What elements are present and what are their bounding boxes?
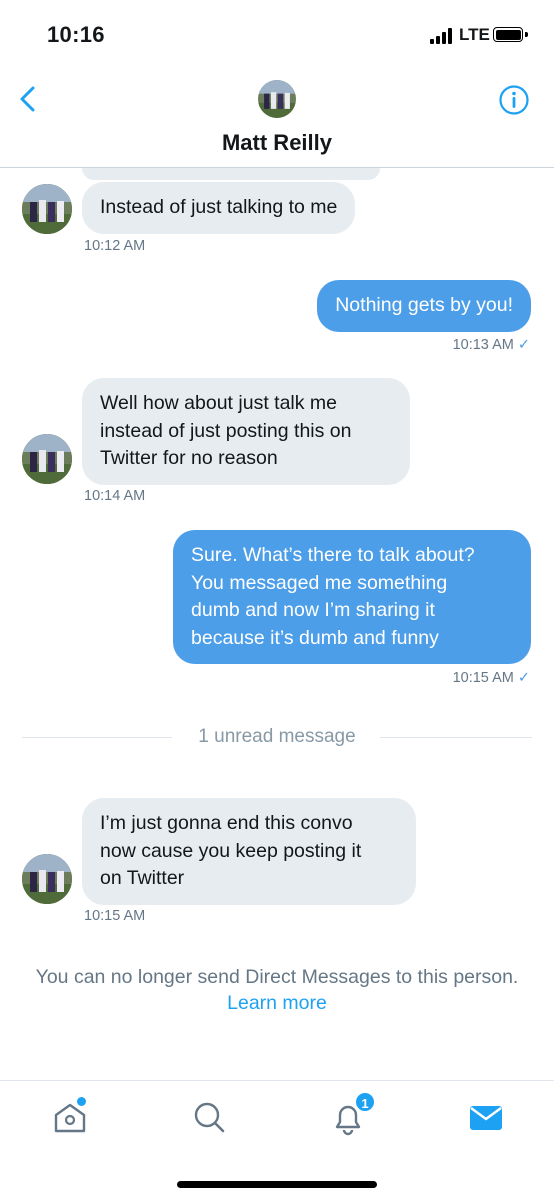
learn-more-link[interactable]: Learn more [227,992,327,1014]
mail-icon [470,1106,502,1130]
message-text-line: now cause you keep posting it [100,839,362,862]
sender-avatar[interactable] [22,434,72,484]
home-new-dot [77,1097,86,1106]
info-icon [499,85,529,115]
read-check-icon: ✓ [517,670,530,686]
message-timestamp: 10:12 AM [84,238,146,254]
message-bubble-received[interactable]: Well how about just talk me instead of j… [82,378,410,485]
home-indicator [177,1181,377,1188]
info-button[interactable] [498,84,530,116]
message-text-line: because it’s dumb and funny [191,626,439,649]
message-text-line: dumb and now I’m sharing it [191,599,435,621]
message-text: Instead of just talking to me [100,196,338,218]
tab-home[interactable] [50,1097,90,1137]
message-timestamp: 10:14 AM [84,488,146,504]
message-bubble-sent[interactable]: Sure. What’s there to talk about? You me… [173,530,531,664]
contact-avatar[interactable] [258,80,296,118]
status-time: 10:16 [47,22,105,47]
notifications-badge: 1 [354,1091,376,1113]
message-text-line: You messaged me something [191,571,448,594]
status-bar: 10:16 LTE [0,0,554,70]
tab-search[interactable] [189,1097,229,1137]
battery-icon [493,27,523,42]
read-check-icon: ✓ [517,337,530,353]
contact-name[interactable]: Matt Reilly [0,130,554,156]
message-bubble-received[interactable]: I’m just gonna end this convo now cause … [82,798,416,905]
sender-avatar[interactable] [22,854,72,904]
previous-message-bubble [82,168,380,180]
sender-avatar[interactable] [22,184,72,234]
tab-notifications[interactable]: 1 [328,1091,376,1137]
blocked-notice-text: You can no longer send Direct Messages t… [35,966,519,988]
tab-messages[interactable] [466,1097,506,1137]
message-text: Nothing gets by you! [335,294,513,316]
message-timestamp: 10:15 AM [84,908,146,924]
message-bubble-sent[interactable]: Nothing gets by you! [317,280,531,332]
conversation-header: Matt Reilly [0,70,554,168]
blocked-notice: You can no longer send Direct Messages t… [30,964,524,1016]
message-timestamp: 10:15 AM ✓ [452,670,530,686]
message-text-line: Sure. What’s there to talk about? [191,544,475,566]
signal-strength-icon [430,28,454,44]
back-button[interactable] [16,84,40,114]
message-bubble-received[interactable]: Instead of just talking to me [82,182,356,234]
message-timestamp: 10:13 AM ✓ [452,337,530,353]
message-text-line: Twitter for no reason [100,447,278,469]
message-text-line: on Twitter [100,867,185,889]
network-type: LTE [459,25,490,44]
message-text-line: Well how about just talk me [100,392,337,414]
message-text-line: I’m just gonna end this convo [100,812,353,834]
message-text-line: instead of just posting this on [100,419,352,442]
chevron-left-icon [20,86,35,112]
search-icon [194,1102,225,1133]
unread-divider: 1 unread message [0,726,554,748]
